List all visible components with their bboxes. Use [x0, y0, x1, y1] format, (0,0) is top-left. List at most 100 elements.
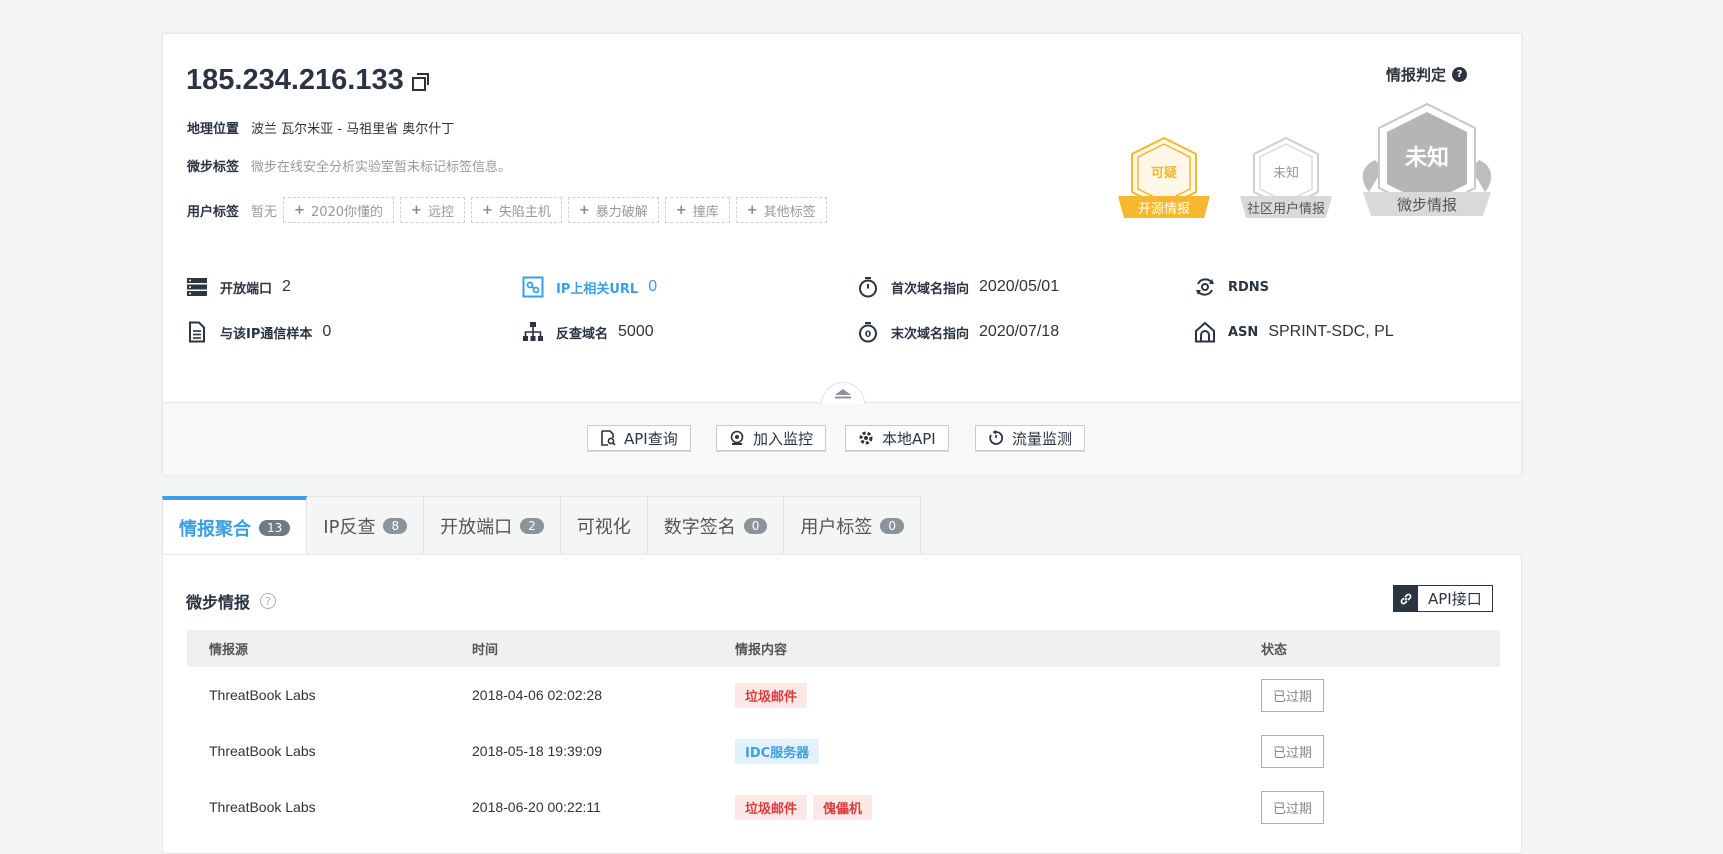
- tag-pill: 傀儡机: [813, 794, 873, 820]
- add-tag-button[interactable]: + 暴力破解: [567, 197, 659, 223]
- tab-bar: 情报聚合 13 IP反查 8 开放端口 2 可视化 数字签名 0 用户标签 0: [162, 496, 922, 555]
- rdns-icon: [1194, 276, 1216, 298]
- sitemap-icon: [522, 321, 544, 343]
- rdns-label: RDNS: [1228, 279, 1270, 295]
- user-tags-row: 用户标签 暂无 +2020你懂的 + 远控 + 失陷主机 + 暴力破解 + 撞库 + 其他…: [187, 197, 827, 223]
- add-tag-label: 失陷主机: [498, 204, 551, 220]
- source-cell: ThreatBook Labs: [209, 743, 316, 759]
- reverse-domain-value: 5000: [618, 323, 654, 340]
- threatbook-label: 微步情报: [1396, 196, 1457, 214]
- user-tags-none: 暂无: [251, 204, 278, 220]
- open-ports-value: 2: [282, 278, 291, 295]
- user-tags-label: 用户标签: [187, 204, 240, 220]
- last-domain-label: 末次域名指向: [891, 326, 970, 342]
- api-interface-button[interactable]: API接口: [1393, 585, 1493, 612]
- threatbook-badge[interactable]: 未知 微步情报: [1355, 102, 1499, 232]
- add-monitor-button[interactable]: 加入监控: [716, 425, 827, 451]
- tab-label: 情报聚合: [179, 518, 251, 540]
- copy-icon[interactable]: [411, 72, 429, 91]
- table-row: ThreatBook Labs 2018-06-20 00:22:11 垃圾邮件…: [187, 779, 1500, 835]
- time-cell: 2018-04-06 02:02:28: [472, 687, 602, 703]
- tab-count-badge: 8: [383, 517, 408, 534]
- plus-icon: +: [578, 202, 590, 218]
- add-tag-button[interactable]: + 远控: [400, 197, 465, 223]
- action-toolbar: [163, 403, 1521, 475]
- asn-label: ASN: [1228, 324, 1259, 340]
- tag-pill: 垃圾邮件: [735, 794, 808, 820]
- traffic-monitor-button[interactable]: 流量监测: [975, 425, 1086, 451]
- samples-value: 0: [322, 323, 332, 340]
- community-status: 未知: [1272, 166, 1299, 181]
- first-domain-value: 2020/05/01: [979, 278, 1060, 295]
- tab-digital-signature[interactable]: 数字签名 0: [647, 496, 785, 555]
- tab-label: 数字签名: [663, 516, 736, 538]
- plus-icon: +: [481, 202, 493, 218]
- tab-intel-aggregate[interactable]: 情报聚合 13: [162, 496, 308, 555]
- add-tag-button[interactable]: +2020你懂的: [283, 197, 395, 223]
- first-domain-label: 首次域名指向: [891, 281, 970, 297]
- column-header: 时间: [472, 643, 499, 658]
- collapse-toggle[interactable]: [821, 382, 865, 404]
- add-tag-label: 其他标签: [763, 204, 816, 220]
- stat-first-domain: 首次域名指向 2020/05/01: [857, 276, 1059, 298]
- help-icon[interactable]: ?: [260, 593, 277, 609]
- monitor-icon: [729, 430, 745, 446]
- tab-count-badge: 13: [259, 519, 291, 536]
- open-source-status: 可疑: [1150, 166, 1177, 181]
- stat-reverse-domain[interactable]: 反查域名 5000: [522, 321, 654, 343]
- stopwatch-icon: [857, 276, 879, 298]
- community-badge[interactable]: 未知 社区用户情报: [1238, 136, 1334, 220]
- verdict-title-text: 情报判定: [1386, 66, 1447, 84]
- tab-visualize[interactable]: 可视化: [560, 496, 648, 555]
- verdict-title: 情报判定 ?: [1386, 64, 1468, 85]
- stat-rdns: RDNS: [1194, 276, 1279, 298]
- stat-last-domain: 0 末次域名指向 2020/07/18: [857, 321, 1059, 343]
- document-icon: [186, 321, 208, 343]
- panel-title: 微步情报 ?: [186, 589, 277, 613]
- add-tag-label: 撞库: [692, 204, 719, 220]
- add-tag-button[interactable]: + 其他标签: [735, 197, 827, 223]
- add-tag-label: 暴力破解: [595, 204, 648, 220]
- tab-label: 用户标签: [800, 516, 873, 538]
- ip-address: 185.234.216.133: [186, 64, 404, 96]
- search-doc-icon: [600, 430, 616, 446]
- tab-count-badge: 0: [880, 517, 905, 534]
- tab-ip-reverse[interactable]: IP反查 8: [307, 496, 425, 555]
- table-header: 情报源 时间 情报内容 状态: [187, 630, 1500, 667]
- tab-count-badge: 0: [743, 517, 768, 534]
- column-header: 状态: [1261, 643, 1288, 658]
- api-query-label: API查询: [624, 429, 678, 448]
- threatbook-status: 未知: [1404, 146, 1449, 171]
- stat-open-ports[interactable]: 开放端口 2: [186, 276, 291, 298]
- tag-pill: 垃圾邮件: [735, 682, 808, 708]
- stat-samples[interactable]: 与该IP通信样本 0: [186, 321, 331, 343]
- add-tag-button[interactable]: + 失陷主机: [470, 197, 562, 223]
- intel-panel: 微步情报 ? API接口 情报源 时间 情报内容 状态 ThreatBook L…: [162, 554, 1522, 854]
- last-domain-value: 2020/07/18: [979, 323, 1060, 340]
- link-box-icon: [522, 276, 544, 298]
- open-ports-label: 开放端口: [220, 281, 273, 297]
- stat-ip-url[interactable]: IP上相关URL 0: [522, 276, 657, 298]
- status-badge: 已过期: [1261, 734, 1325, 768]
- table-row: ThreatBook Labs 2018-05-18 19:39:09 IDC服…: [187, 723, 1500, 779]
- column-header: 情报内容: [735, 643, 788, 658]
- add-tag-button[interactable]: + 撞库: [664, 197, 730, 223]
- question-icon[interactable]: ?: [1452, 67, 1468, 82]
- gear-icon: [858, 430, 874, 446]
- community-label: 社区用户情报: [1246, 202, 1325, 217]
- panel-title-text: 微步情报: [186, 593, 251, 612]
- open-source-badge[interactable]: 可疑 开源情报: [1116, 136, 1212, 220]
- tab-count-badge: 2: [520, 517, 544, 534]
- content-cell: IDC服务器: [713, 723, 1239, 779]
- link-icon: [1394, 586, 1418, 611]
- content-cell: 垃圾邮件 傀儡机: [713, 779, 1239, 835]
- ip-url-value: 0: [648, 278, 658, 295]
- ip-summary-card: 185.234.216.133 地理位置 波兰 瓦尔米亚 - 马祖里省 奥尔什丁…: [162, 33, 1522, 475]
- api-interface-label: API接口: [1428, 590, 1482, 608]
- tab-user-tags[interactable]: 用户标签 0: [784, 496, 922, 555]
- api-query-button[interactable]: API查询: [587, 425, 691, 451]
- local-api-button[interactable]: 本地API: [845, 425, 949, 451]
- status-cell: 已过期: [1239, 667, 1500, 723]
- wb-tags-value: 微步在线安全分析实验室暂未标记标签信息。: [251, 160, 512, 175]
- tab-open-ports[interactable]: 开放端口 2: [424, 496, 561, 555]
